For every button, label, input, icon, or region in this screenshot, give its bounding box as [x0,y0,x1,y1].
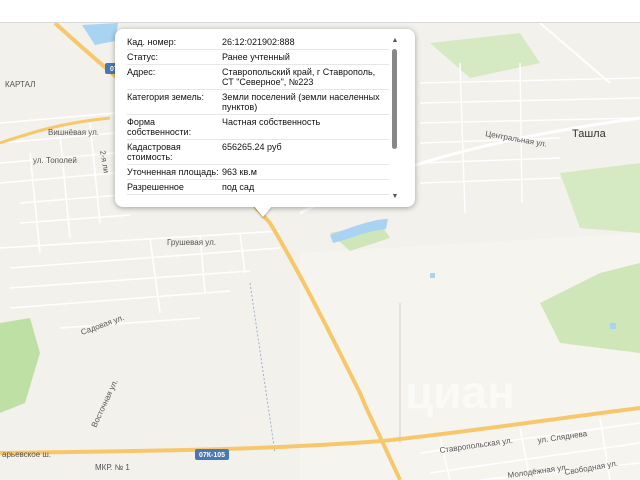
cadastral-info-popup: Кад. номер: 26:12:021902:888 Статус: Ран… [115,29,415,207]
label-vishnevaya: Вишнёвая ул. [48,128,99,137]
info-row-land-category: Категория земель: Земли поселений (земли… [127,90,389,115]
label-grushevaya: Грушевая ул. [167,238,216,247]
info-value: Частная собственность [222,117,321,127]
label-mkr: МКР. № 1 [95,463,130,472]
info-value: 26:12:021902:888 [222,37,295,47]
scroll-thumb[interactable] [392,49,397,149]
info-value: Ставропольский край, г Ставрополь, СТ "С… [222,67,376,87]
info-row-ownership: Форма собственности: Частная собственнос… [127,115,389,140]
info-value: 963 кв.м [222,167,257,177]
info-row-status: Статус: Ранее учтенный [127,50,389,65]
info-label: Адрес: [127,67,156,77]
info-label: Категория земель: [127,92,204,102]
scroll-up-arrow-icon[interactable]: ▲ [391,37,399,45]
popup-scrollbar[interactable]: ▲ ▼ [391,37,399,201]
watermark: циан [405,366,515,418]
svg-text:07К-105: 07К-105 [199,452,225,459]
label-tashla: Ташла [572,128,607,140]
road-shield-07k105: 07К-105 [195,449,229,460]
info-label: Кад. номер: [127,37,177,47]
top-bar [0,0,640,23]
info-value: Ранее учтенный [222,52,290,62]
info-row-permitted-use: Разрешенное под сад [127,180,389,195]
info-row-cadastral-number: Кад. номер: 26:12:021902:888 [127,35,389,50]
info-row-address: Адрес: Ставропольский край, г Ставрополь… [127,65,389,90]
info-row-cadastral-value: Кадастровая стоимость: 656265.24 руб [127,140,389,165]
info-value: 656265.24 руб [222,142,282,152]
info-label: Форма собственности: [127,117,192,137]
info-row-area: Уточненная площадь: 963 кв.м [127,165,389,180]
pond [430,273,435,278]
info-value: Земли поселений (земли населенных пункто… [222,92,380,112]
info-value: под сад [222,182,255,192]
info-label: Кадастровая стоимость: [127,142,181,162]
pond [610,323,616,329]
info-label: Разрешенное [127,182,184,192]
info-label: Уточненная площадь: [127,167,219,177]
label-sh: арьевское ш. [2,450,51,459]
info-label: Статус: [127,52,158,62]
label-kartal: КАРТАЛ [5,80,35,89]
popup-pointer [254,206,272,217]
scroll-down-arrow-icon[interactable]: ▼ [391,193,399,201]
label-topoley: ул. Тополей [33,156,77,165]
info-table: Кад. номер: 26:12:021902:888 Статус: Ран… [127,35,389,203]
